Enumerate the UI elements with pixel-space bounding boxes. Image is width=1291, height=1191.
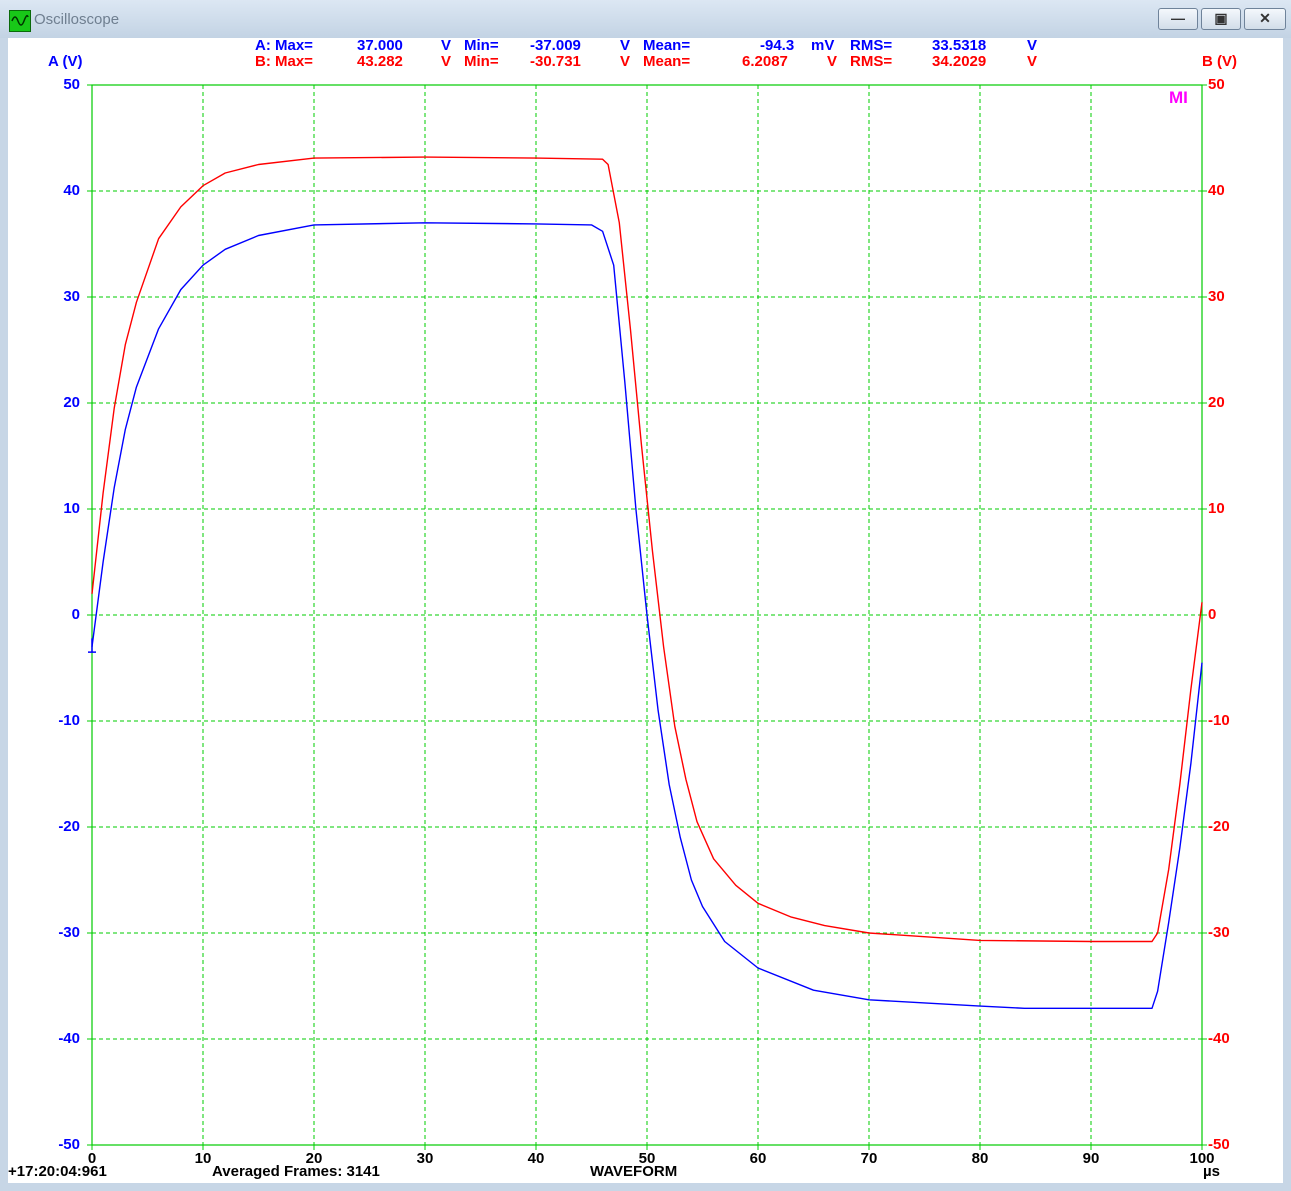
x-axis-unit: µs xyxy=(1203,1163,1220,1180)
right-tick-label-50: 50 xyxy=(1208,76,1225,93)
left-tick-label-30: 30 xyxy=(63,288,80,305)
right-tick-label-40: 40 xyxy=(1208,182,1225,199)
averaged-frames: Averaged Frames: 3141 xyxy=(212,1163,380,1180)
right-tick-label-0: 0 xyxy=(1208,606,1217,623)
left-tick-label-0: 0 xyxy=(71,606,80,623)
x-tick-label-80: 80 xyxy=(971,1150,989,1167)
x-tick-label-30: 30 xyxy=(416,1150,434,1167)
x-tick-label-40: 40 xyxy=(527,1150,545,1167)
x-tick-label-90: 90 xyxy=(1082,1150,1100,1167)
oscilloscope-window: Oscilloscope — ▣ ✕ A: Max= 37.000 V Min=… xyxy=(0,0,1291,1191)
left-tick-label-20: 20 xyxy=(63,394,80,411)
left-tick-label-10: 10 xyxy=(63,500,80,517)
left-tick-label-50: 50 xyxy=(63,76,80,93)
right-tick-label--40: -40 xyxy=(1208,1030,1230,1047)
left-tick-label--30: -30 xyxy=(58,924,80,941)
right-tick-label-20: 20 xyxy=(1208,394,1225,411)
right-tick-label--20: -20 xyxy=(1208,818,1230,835)
left-tick-label--40: -40 xyxy=(58,1030,80,1047)
x-tick-label-60: 60 xyxy=(749,1150,767,1167)
display-mode: WAVEFORM xyxy=(590,1163,678,1180)
marker-label: MI xyxy=(1169,88,1188,107)
x-tick-label-70: 70 xyxy=(860,1150,878,1167)
left-tick-label--20: -20 xyxy=(58,818,80,835)
right-tick-label--30: -30 xyxy=(1208,924,1230,941)
waveform-plot[interactable] xyxy=(0,0,1291,1191)
left-tick-label--50: -50 xyxy=(58,1136,80,1153)
trigger-marker-icon xyxy=(88,638,96,653)
left-tick-label--10: -10 xyxy=(58,712,80,729)
left-tick-label-40: 40 xyxy=(63,182,80,199)
right-tick-label-10: 10 xyxy=(1208,500,1225,517)
right-tick-label--10: -10 xyxy=(1208,712,1230,729)
timestamp: +17:20:04:961 xyxy=(8,1163,107,1180)
right-tick-label-30: 30 xyxy=(1208,288,1225,305)
